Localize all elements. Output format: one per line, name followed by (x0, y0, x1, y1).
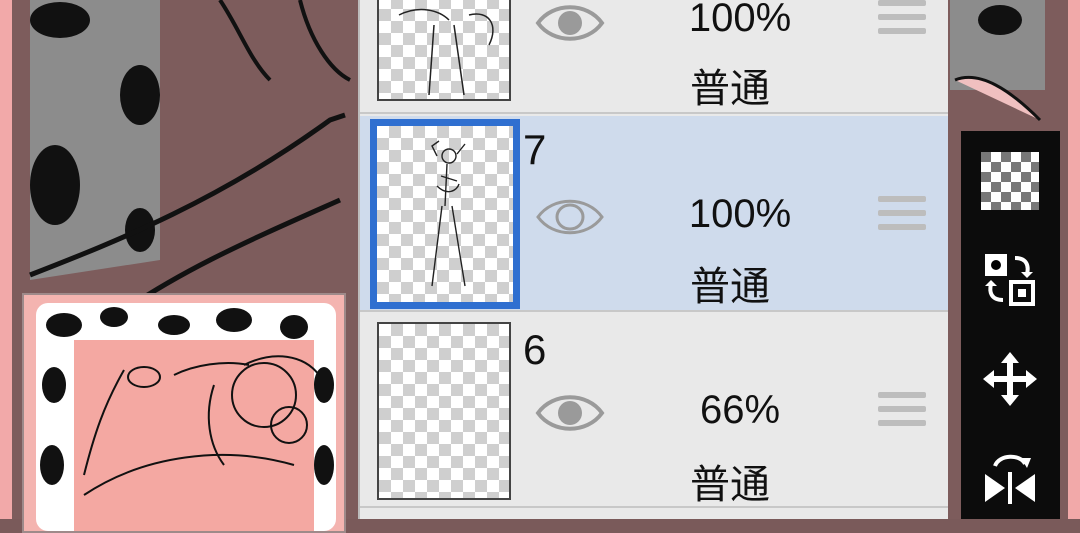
drag-handle-icon[interactable] (878, 0, 926, 42)
layer-toolbar (961, 131, 1060, 519)
layer-thumbnail[interactable] (377, 322, 511, 500)
flip-icon[interactable] (978, 445, 1042, 509)
layer-number: 7 (523, 126, 547, 173)
layer-opacity[interactable]: 66% (650, 388, 830, 433)
drag-handle-icon[interactable] (878, 392, 926, 434)
layer-thumbnail[interactable] (377, 0, 511, 101)
drag-handle-icon[interactable] (878, 196, 926, 238)
layer-number: 6 (523, 326, 547, 373)
layer-row-8[interactable]: 100% 普通 (360, 0, 948, 114)
eye-icon[interactable] (535, 194, 605, 240)
blend-mode[interactable]: 普通 (650, 56, 810, 114)
swap-layers-icon[interactable] (978, 247, 1042, 311)
eye-icon[interactable] (535, 0, 605, 46)
blend-mode[interactable]: 普通 (650, 254, 810, 312)
layer-row-7[interactable]: 7 100% 普通 (360, 116, 948, 312)
move-icon[interactable] (978, 347, 1042, 411)
layer-opacity[interactable]: 100% (650, 0, 830, 41)
layer-thumbnail[interactable] (370, 119, 520, 309)
canvas-preview[interactable] (22, 293, 346, 533)
transparency-icon[interactable] (978, 149, 1042, 213)
layer-opacity[interactable]: 100% (650, 192, 830, 237)
layer-row-6[interactable]: 6 66% 普通 (360, 312, 948, 508)
blend-mode[interactable]: 普通 (650, 452, 810, 510)
layer-panel: 100% 普通 7 100% 普通 6 66% 普通 (358, 0, 948, 519)
eye-icon[interactable] (535, 390, 605, 436)
